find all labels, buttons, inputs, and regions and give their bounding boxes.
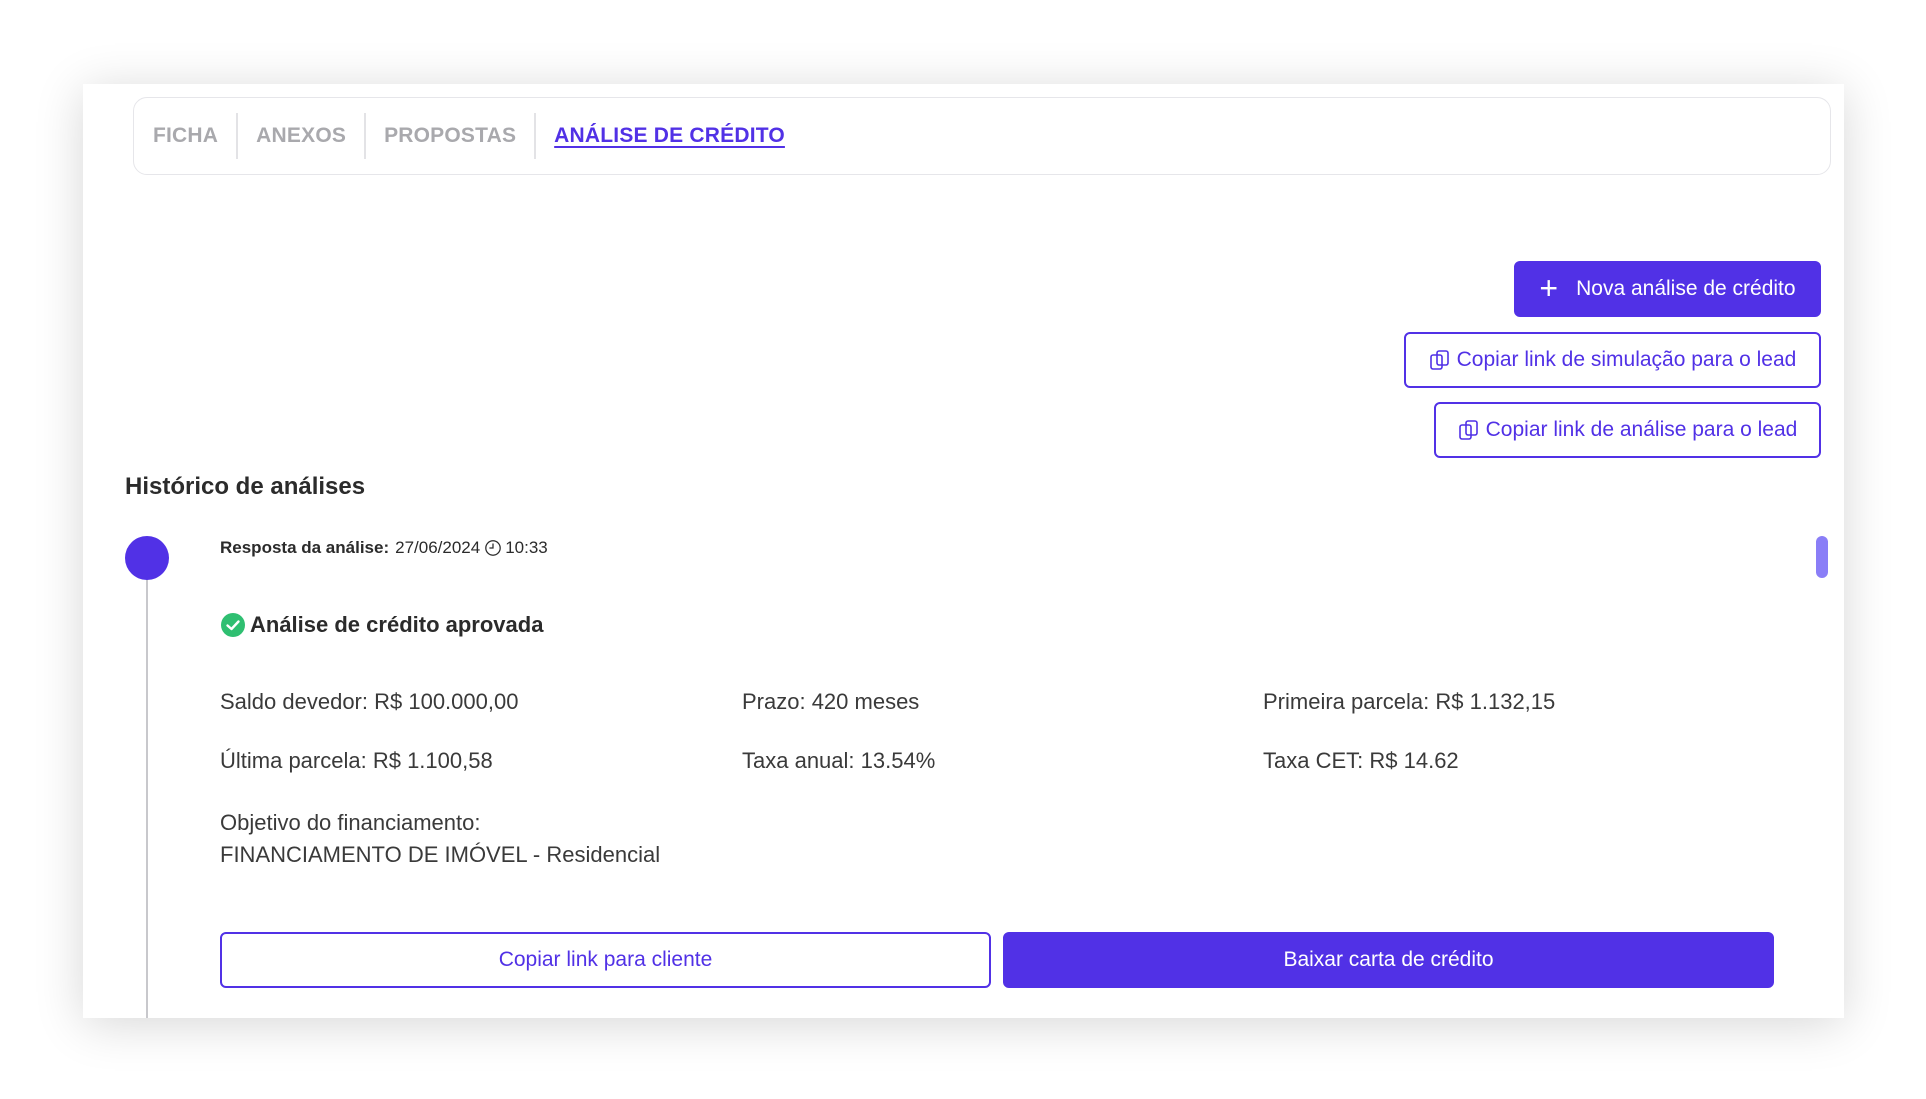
response-time: 10:33 (505, 538, 548, 557)
field-taxa-cet: Taxa CET: R$ 14.62 (1263, 748, 1459, 773)
new-analysis-button[interactable]: + Nova análise de crédito (1514, 261, 1821, 317)
clock-icon (485, 540, 502, 556)
tab-propostas[interactable]: PROPOSTAS (366, 113, 537, 159)
new-analysis-label: Nova análise de crédito (1576, 277, 1796, 300)
response-label: Resposta da análise: (220, 538, 390, 557)
scrollbar[interactable] (1816, 536, 1828, 1006)
copy-client-link-button[interactable]: Copiar link para cliente (220, 932, 991, 988)
field-primeira-parcela: Primeira parcela: R$ 1.132,15 (1263, 689, 1556, 714)
copy-analysis-link-button[interactable]: Copiar link de análise para o lead (1434, 402, 1821, 458)
copy-analysis-link-label: Copiar link de análise para o lead (1485, 418, 1798, 441)
tab-bar: FICHA ANEXOS PROPOSTAS ANÁLISE DE CRÉDIT… (133, 97, 1831, 175)
copy-simulation-link-label: Copiar link de simulação para o lead (1456, 348, 1797, 371)
history-title: Histórico de análises (125, 473, 366, 500)
copy-icon (1429, 350, 1449, 370)
download-credit-letter-label: Baixar carta de crédito (1283, 948, 1494, 971)
analysis-status: Análise de crédito aprovada (220, 612, 543, 638)
main-card: FICHA ANEXOS PROPOSTAS ANÁLISE DE CRÉDIT… (83, 84, 1844, 1018)
response-date: 27/06/2024 (395, 538, 481, 557)
scrollbar-thumb[interactable] (1816, 536, 1828, 578)
field-saldo-devedor: Saldo devedor: R$ 100.000,00 (220, 689, 519, 714)
download-credit-letter-button[interactable]: Baixar carta de crédito (1003, 932, 1774, 988)
timeline-dot (125, 536, 169, 580)
field-prazo: Prazo: 420 meses (742, 689, 920, 714)
field-taxa-anual: Taxa anual: 13.54% (742, 748, 936, 773)
copy-simulation-link-button[interactable]: Copiar link de simulação para o lead (1404, 332, 1821, 388)
field-objetivo: Objetivo do financiamento: FINANCIAMENTO… (220, 807, 660, 871)
check-circle-icon (221, 613, 245, 637)
field-ultima-parcela: Última parcela: R$ 1.100,58 (220, 748, 493, 773)
plus-icon: + (1539, 269, 1559, 306)
copy-icon (1458, 420, 1478, 440)
analysis-response: Resposta da análise: 27/06/2024 10:33 (220, 538, 548, 558)
timeline-line (146, 561, 148, 1018)
tab-ficha[interactable]: FICHA (153, 113, 239, 159)
copy-client-link-label: Copiar link para cliente (498, 948, 713, 971)
objetivo-value: FINANCIAMENTO DE IMÓVEL - Residencial (220, 842, 661, 867)
status-text: Análise de crédito aprovada (250, 612, 544, 637)
objetivo-label: Objetivo do financiamento: (220, 810, 481, 835)
tab-analise-de-credito[interactable]: ANÁLISE DE CRÉDITO (536, 113, 803, 159)
tab-anexos[interactable]: ANEXOS (238, 113, 367, 159)
